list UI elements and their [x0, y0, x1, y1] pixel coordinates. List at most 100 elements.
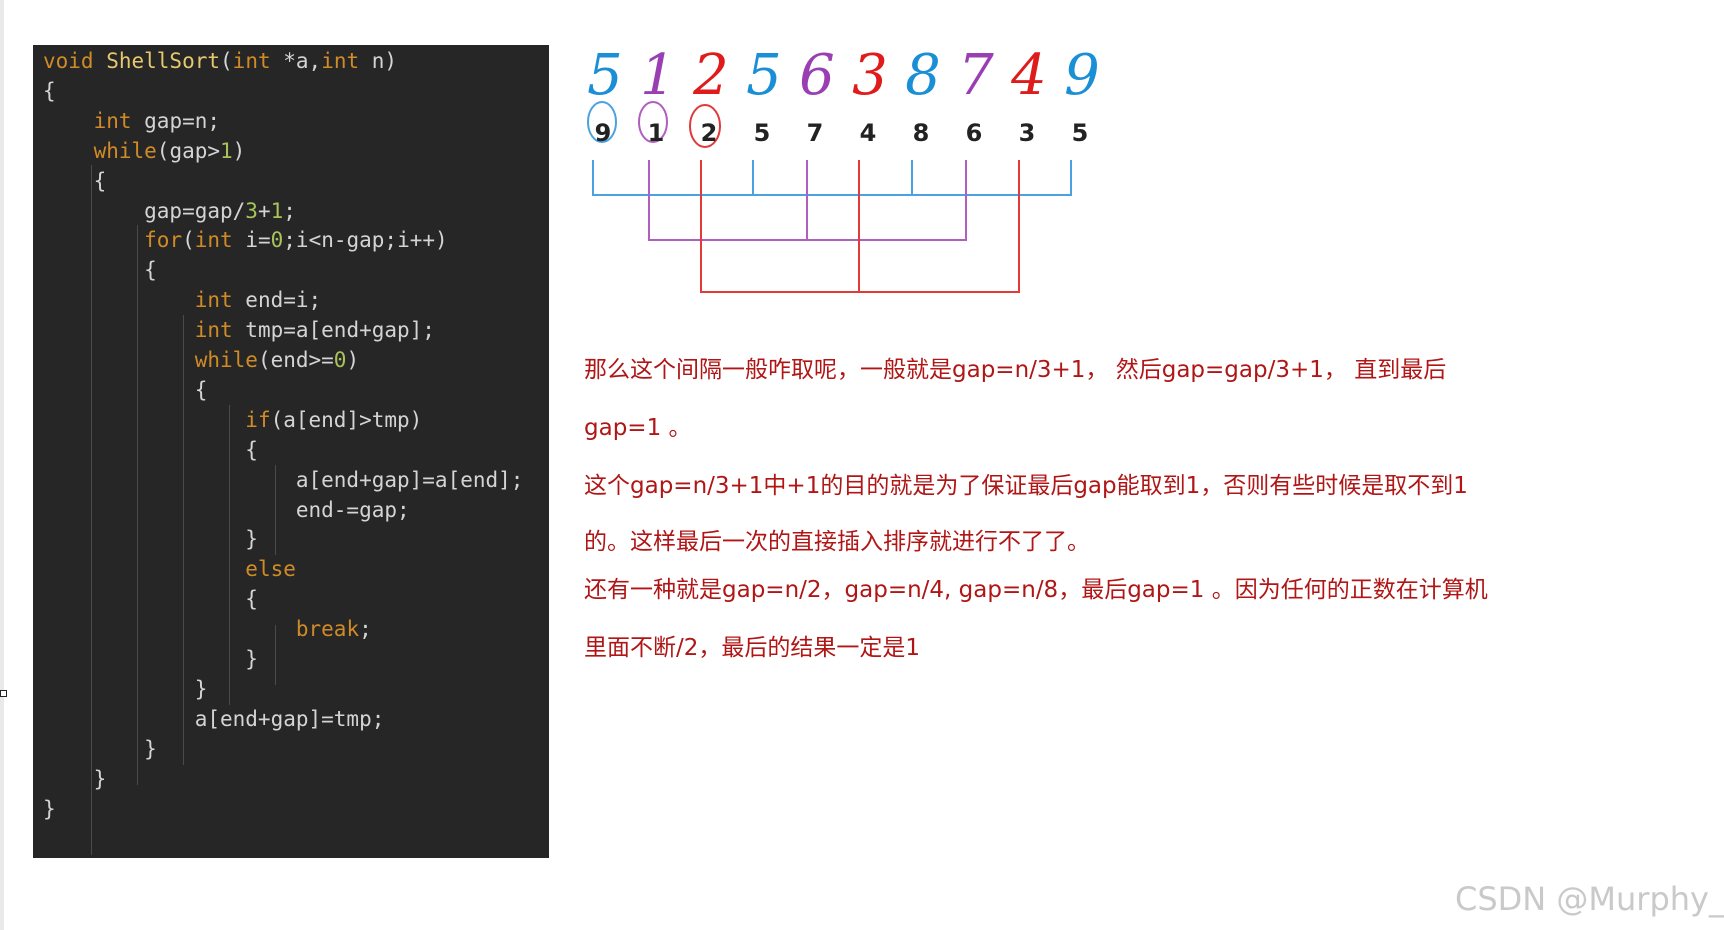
- code-block: void ShellSort(int *a,int n){ int gap=n;…: [33, 45, 549, 858]
- code-line: for(int i=0;i<n-gap;i++): [43, 225, 448, 255]
- array-value: 4: [859, 119, 877, 147]
- code-token: ;: [359, 617, 372, 642]
- code-token: end=i;: [232, 288, 322, 313]
- code-line: }: [43, 524, 258, 554]
- code-token: int: [321, 49, 360, 73]
- code-token: }: [43, 647, 258, 671]
- code-token: gap=gap/: [43, 198, 246, 223]
- code-token: 1: [270, 198, 284, 223]
- code-token: ): [232, 138, 246, 163]
- code-token: a[end+gap]=tmp;: [43, 706, 385, 731]
- red-group-bracket: [700, 160, 1020, 293]
- code-line: int tmp=a[end+gap];: [43, 315, 435, 345]
- code-token: int: [194, 288, 233, 313]
- code-token: void: [43, 49, 107, 73]
- code-line: a[end+gap]=a[end];: [43, 465, 524, 495]
- explain-para1-line1: 那么这个间隔一般咋取呢，一般就是gap=n/3+1， 然后gap=gap/3+1…: [584, 357, 1447, 383]
- code-line: }: [43, 764, 107, 794]
- code-token: {: [43, 258, 157, 283]
- code-token: {: [43, 168, 107, 193]
- code-token: tmp=a[end+gap];: [232, 318, 435, 343]
- code-line: }: [43, 734, 157, 764]
- code-token: int: [93, 108, 132, 133]
- array-value: 8: [912, 119, 930, 147]
- code-token: {: [43, 587, 258, 612]
- code-line: while(gap>1): [43, 136, 246, 166]
- gap-grouping-diagram: 51256387499125748635: [585, 44, 1105, 310]
- code-line: else: [43, 554, 296, 584]
- code-line: {: [43, 375, 208, 405]
- code-token: {: [43, 78, 56, 103]
- array-value: 5: [1071, 119, 1089, 147]
- code-token: i=: [232, 228, 271, 253]
- code-line: }: [43, 644, 258, 674]
- code-token: n): [359, 49, 398, 73]
- code-token: else: [245, 557, 296, 582]
- blue-group-bracket: [592, 160, 1072, 196]
- code-line: int end=i;: [43, 285, 321, 315]
- code-token: ShellSort: [106, 49, 221, 73]
- edge-marker: [0, 690, 7, 697]
- code-token: }: [43, 676, 208, 701]
- code-token: if: [245, 407, 271, 432]
- code-line: }: [43, 674, 208, 704]
- code-token: gap=n;: [131, 108, 221, 133]
- code-token: }: [43, 766, 107, 791]
- code-token: ;: [283, 198, 296, 223]
- array-value: 7: [806, 119, 824, 147]
- code-token: 0: [333, 348, 347, 372]
- handwritten-digit: 1: [640, 43, 676, 108]
- explain-para2-line2: 的。这样最后一次的直接插入排序就进行不了了。: [584, 529, 1090, 555]
- array-value: 6: [965, 119, 983, 147]
- left-border: [0, 0, 4, 930]
- array-value: 1: [647, 119, 665, 147]
- code-token: for: [144, 228, 183, 253]
- explain-para3-line1: 还有一种就是gap=n/2，gap=n/4, gap=n/8，最后gap=1 。…: [584, 577, 1488, 603]
- array-value: 3: [1018, 119, 1036, 147]
- watermark: CSDN @Murphy_lx: [1455, 880, 1724, 918]
- code-token: int: [194, 318, 233, 343]
- code-line: {: [43, 255, 157, 285]
- array-value: 2: [700, 119, 718, 147]
- code-token: (a[end]>tmp): [270, 407, 423, 432]
- purple-group-bracket: [648, 160, 967, 241]
- code-line: if(a[end]>tmp): [43, 405, 422, 435]
- code-token: 3: [245, 198, 258, 223]
- code-token: 1: [220, 138, 233, 163]
- array-value: 9: [594, 119, 612, 147]
- handwritten-digit: 4: [1011, 43, 1047, 108]
- code-token: (end>=: [257, 348, 334, 372]
- code-token: +: [257, 198, 271, 223]
- explain-para2-line1: 这个gap=n/3+1中+1的目的就是为了保证最后gap能取到1，否则有些时候是…: [584, 473, 1468, 499]
- code-token: (: [182, 228, 195, 253]
- code-line: gap=gap/3+1;: [43, 196, 296, 226]
- array-value: 5: [753, 119, 771, 147]
- code-line: void ShellSort(int *a,int n): [43, 46, 397, 76]
- code-token: {: [43, 437, 258, 462]
- code-token: *a,: [270, 49, 322, 73]
- handwritten-digit: 6: [799, 43, 835, 108]
- code-token: a[end+gap]=a[end];: [43, 467, 524, 492]
- handwritten-digit: 5: [587, 43, 623, 108]
- code-line: {: [43, 76, 56, 106]
- handwritten-digit: 3: [852, 43, 888, 108]
- handwritten-digit: 2: [693, 43, 729, 108]
- code-token: int: [194, 228, 233, 253]
- code-line: a[end+gap]=tmp;: [43, 704, 385, 734]
- code-line: {: [43, 584, 258, 614]
- handwritten-digit: 8: [905, 43, 941, 108]
- code-line: int gap=n;: [43, 106, 220, 136]
- code-token: break: [295, 617, 360, 642]
- code-token: (: [220, 49, 233, 73]
- explain-para3-line2: 里面不断/2，最后的结果一定是1: [584, 635, 921, 661]
- code-line: {: [43, 166, 107, 196]
- code-token: while: [93, 138, 157, 163]
